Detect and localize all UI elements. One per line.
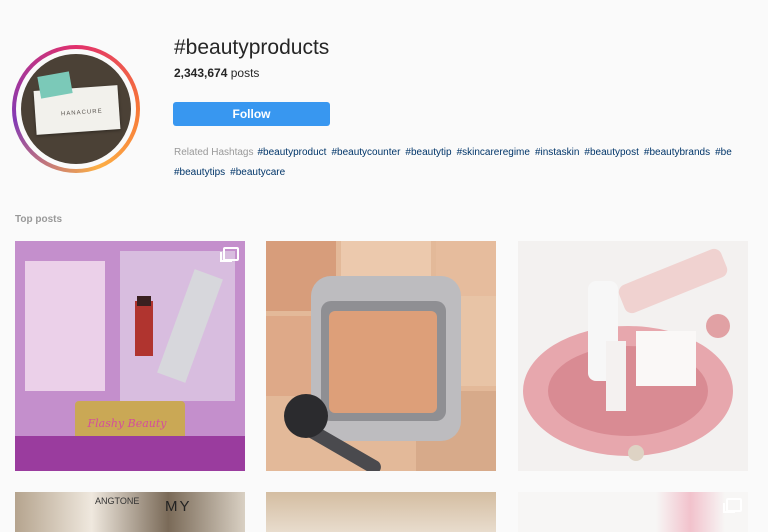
post-caption-text: ANGTONE xyxy=(95,496,140,506)
post-thumbnail[interactable] xyxy=(518,241,748,471)
hashtag-link[interactable]: #beautycounter xyxy=(331,147,400,158)
post-thumbnail[interactable] xyxy=(518,492,748,532)
hashtag-link[interactable]: #beautypost xyxy=(584,147,639,158)
post-image-compact-powder xyxy=(266,241,496,471)
post-thumbnail[interactable] xyxy=(266,492,496,532)
hashtag-link[interactable]: #beautycare xyxy=(230,167,285,178)
related-hashtags: Related Hashtags #beautyproduct #beautycou… xyxy=(174,143,768,183)
multi-photo-icon xyxy=(723,498,742,513)
post-count: 2,343,674 posts xyxy=(174,66,259,80)
multi-photo-icon xyxy=(220,247,239,262)
post-thumbnail[interactable]: Flashy Beauty xyxy=(15,241,245,471)
hashtag-link[interactable]: #beautybrands xyxy=(644,147,710,158)
related-hashtags-label: Related Hashtags xyxy=(174,147,254,158)
post-caption-text: MY xyxy=(165,498,192,515)
post-count-number: 2,343,674 xyxy=(174,66,228,80)
avatar-image: HANACURE xyxy=(21,54,131,164)
hashtag-link[interactable]: #beautyproduct xyxy=(258,147,327,158)
post-thumbnail[interactable]: ANGTONE MY xyxy=(15,492,245,532)
hashtag-link[interactable]: #skincareregime xyxy=(457,147,530,158)
avatar-border: HANACURE xyxy=(16,49,136,169)
post-image-pink-pouch xyxy=(518,241,748,471)
top-posts-label: Top posts xyxy=(15,214,63,225)
hashtag-link[interactable]: #beautytip xyxy=(405,147,451,158)
post-thumbnail[interactable] xyxy=(266,241,496,471)
post-caption-text: Flashy Beauty xyxy=(86,417,167,430)
follow-button[interactable]: Follow xyxy=(173,102,330,126)
hashtag-link[interactable]: #instaskin xyxy=(535,147,579,158)
hashtag-avatar: HANACURE xyxy=(12,45,140,173)
post-count-suffix: posts xyxy=(227,66,260,80)
hashtag-link[interactable]: #beautytips xyxy=(174,167,225,178)
hashtag-title: #beautyproducts xyxy=(174,36,330,59)
hashtag-link[interactable]: #be xyxy=(715,147,732,158)
post-image-makeup-bag: Flashy Beauty xyxy=(15,241,245,471)
